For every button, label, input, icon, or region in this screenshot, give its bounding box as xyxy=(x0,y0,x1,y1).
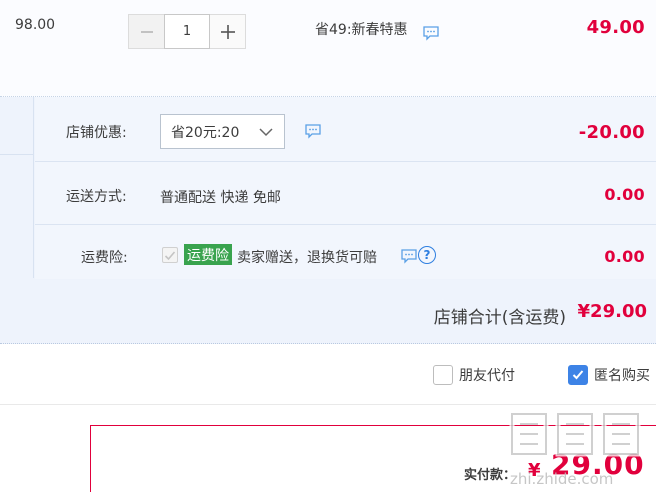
minus-icon xyxy=(140,30,153,33)
chat-icon[interactable] xyxy=(422,25,440,41)
unit-price: 98.00 xyxy=(15,17,56,33)
shipping-row: 运送方式: xyxy=(35,162,656,225)
discount-label: 店铺优惠: xyxy=(66,125,127,141)
insurance-amount: 0.00 xyxy=(604,247,645,266)
cart-item-row: 98.00 1 省49:新春特惠 49.00 xyxy=(0,0,656,97)
chevron-down-icon xyxy=(259,128,273,137)
shop-summary: 店铺优惠: 运送方式: 运费险: 省20元:20 -20.00 普通配送 快递 … xyxy=(0,97,656,344)
checkmark-icon xyxy=(572,370,584,380)
shop-total-value: ¥29.00 xyxy=(577,301,647,322)
friend-pay-checkbox[interactable] xyxy=(433,365,453,385)
discount-select[interactable]: 省20元:20 xyxy=(160,114,285,149)
friend-pay-label: 朋友代付 xyxy=(459,368,515,384)
anonymous-label: 匿名购买 xyxy=(594,368,650,384)
item-subtotal: 49.00 xyxy=(586,17,645,38)
left-strip xyxy=(0,97,34,278)
watermark-site: zhi.zhide.com xyxy=(510,470,613,488)
increase-quantity-button[interactable] xyxy=(210,14,246,49)
insurance-checkbox xyxy=(162,247,178,263)
question-icon[interactable]: ? xyxy=(418,246,436,264)
friend-pay-option[interactable]: 朋友代付 xyxy=(433,365,515,385)
anonymous-checkbox[interactable] xyxy=(568,365,588,385)
shipping-amount: 0.00 xyxy=(604,185,645,204)
anonymous-option[interactable]: 匿名购买 xyxy=(568,365,650,385)
insurance-badge: 运费险 xyxy=(184,244,232,265)
discount-row: 店铺优惠: xyxy=(35,97,656,162)
discount-selected-value: 省20元:20 xyxy=(171,124,240,141)
insurance-text: 卖家赠送，退换货可赔 xyxy=(237,250,377,266)
promotion-text: 省49:新春特惠 xyxy=(315,22,408,38)
chat-icon[interactable] xyxy=(304,123,322,139)
discount-amount: -20.00 xyxy=(578,122,645,143)
order-options: 朋友代付 匿名购买 xyxy=(0,345,656,405)
checkmark-icon xyxy=(164,251,176,261)
plus-icon xyxy=(220,24,235,39)
shipping-method: 普通配送 快递 免邮 xyxy=(160,190,281,206)
chat-icon[interactable] xyxy=(400,248,418,264)
watermark-logo: zhi.zhide.com xyxy=(509,411,641,488)
shipping-label: 运送方式: xyxy=(66,189,127,205)
quantity-input[interactable]: 1 xyxy=(164,14,210,49)
quantity-stepper: 1 xyxy=(128,14,246,49)
decrease-quantity-button[interactable] xyxy=(128,14,164,49)
shop-total-label: 店铺合计(含运费) xyxy=(433,308,566,328)
